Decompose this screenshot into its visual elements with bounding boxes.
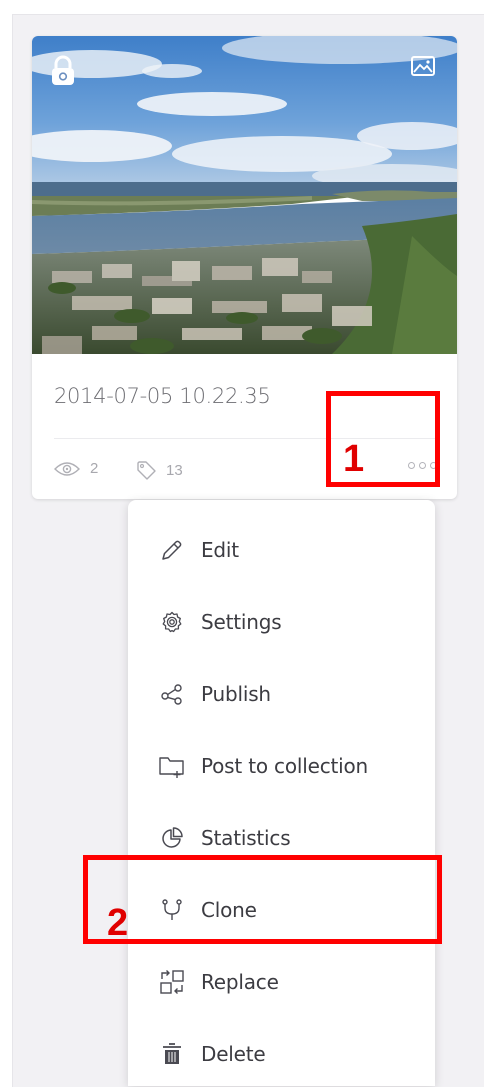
lock-icon bbox=[52, 55, 74, 85]
menu-item-replace[interactable]: Replace bbox=[128, 954, 435, 1010]
eye-icon bbox=[54, 461, 80, 476]
image-icon bbox=[411, 56, 435, 76]
folder-add-icon bbox=[159, 753, 185, 779]
tag-icon bbox=[137, 461, 156, 480]
pencil-icon bbox=[159, 537, 185, 563]
photo-landscape bbox=[32, 36, 457, 354]
annotation-number-1: 1 bbox=[343, 438, 365, 480]
menu-item-post-to-collection[interactable]: Post to collection bbox=[128, 738, 435, 794]
views-value: 2 bbox=[90, 460, 99, 477]
menu-item-label: Edit bbox=[201, 538, 239, 562]
menu-item-label: Post to collection bbox=[201, 754, 368, 778]
menu-item-label: Statistics bbox=[201, 826, 291, 850]
tags-value: 13 bbox=[166, 461, 183, 479]
context-menu: Edit Settings Publish Post to collection… bbox=[128, 500, 435, 1086]
menu-item-label: Delete bbox=[201, 1042, 266, 1066]
menu-item-delete[interactable]: Delete bbox=[128, 1026, 435, 1082]
annotation-box-2 bbox=[83, 855, 442, 944]
tags-count: 13 bbox=[136, 460, 183, 480]
share-icon bbox=[159, 681, 185, 707]
trash-icon bbox=[159, 1041, 185, 1067]
pie-chart-icon bbox=[159, 825, 185, 851]
replace-icon bbox=[159, 969, 185, 995]
menu-item-label: Publish bbox=[201, 682, 271, 706]
menu-item-settings[interactable]: Settings bbox=[128, 594, 435, 650]
gear-icon bbox=[159, 609, 185, 635]
menu-item-publish[interactable]: Publish bbox=[128, 666, 435, 722]
menu-item-edit[interactable]: Edit bbox=[128, 522, 435, 578]
photo-title: 2014-07-05 10.22.35 bbox=[54, 384, 271, 408]
annotation-number-2: 2 bbox=[107, 902, 129, 944]
views-count: 2 bbox=[54, 460, 98, 477]
photo-thumbnail[interactable] bbox=[32, 36, 457, 354]
menu-item-label: Settings bbox=[201, 610, 282, 634]
menu-item-label: Replace bbox=[201, 970, 279, 994]
